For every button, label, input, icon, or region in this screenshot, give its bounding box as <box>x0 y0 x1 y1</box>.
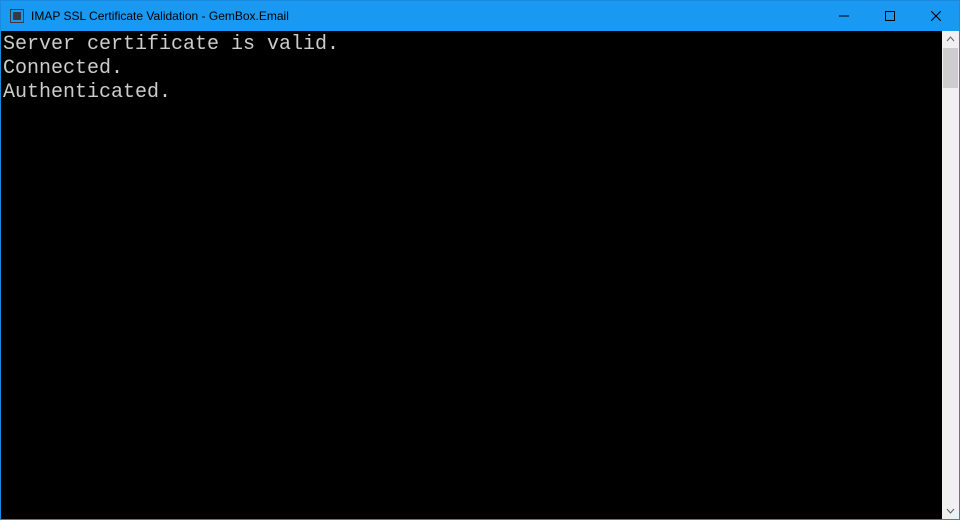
console-output: Server certificate is valid.Connected.Au… <box>1 31 942 519</box>
close-button[interactable] <box>913 1 959 31</box>
scrollbar-up-button[interactable] <box>942 31 959 48</box>
close-icon <box>931 11 941 21</box>
chevron-down-icon <box>946 506 955 515</box>
client-area: Server certificate is valid.Connected.Au… <box>1 31 959 519</box>
scrollbar-down-button[interactable] <box>942 502 959 519</box>
window-title: IMAP SSL Certificate Validation - GemBox… <box>31 9 289 23</box>
maximize-button[interactable] <box>867 1 913 31</box>
console-line: Server certificate is valid. <box>3 33 942 57</box>
titlebar[interactable]: IMAP SSL Certificate Validation - GemBox… <box>1 1 959 31</box>
chevron-up-icon <box>946 35 955 44</box>
app-icon <box>9 8 25 24</box>
scrollbar-thumb[interactable] <box>943 48 958 88</box>
minimize-button[interactable] <box>821 1 867 31</box>
window: IMAP SSL Certificate Validation - GemBox… <box>0 0 960 520</box>
console-line: Connected. <box>3 57 942 81</box>
minimize-icon <box>839 11 849 21</box>
maximize-icon <box>885 11 895 21</box>
console-line: Authenticated. <box>3 81 942 105</box>
vertical-scrollbar[interactable] <box>942 31 959 519</box>
scrollbar-track[interactable] <box>942 48 959 502</box>
